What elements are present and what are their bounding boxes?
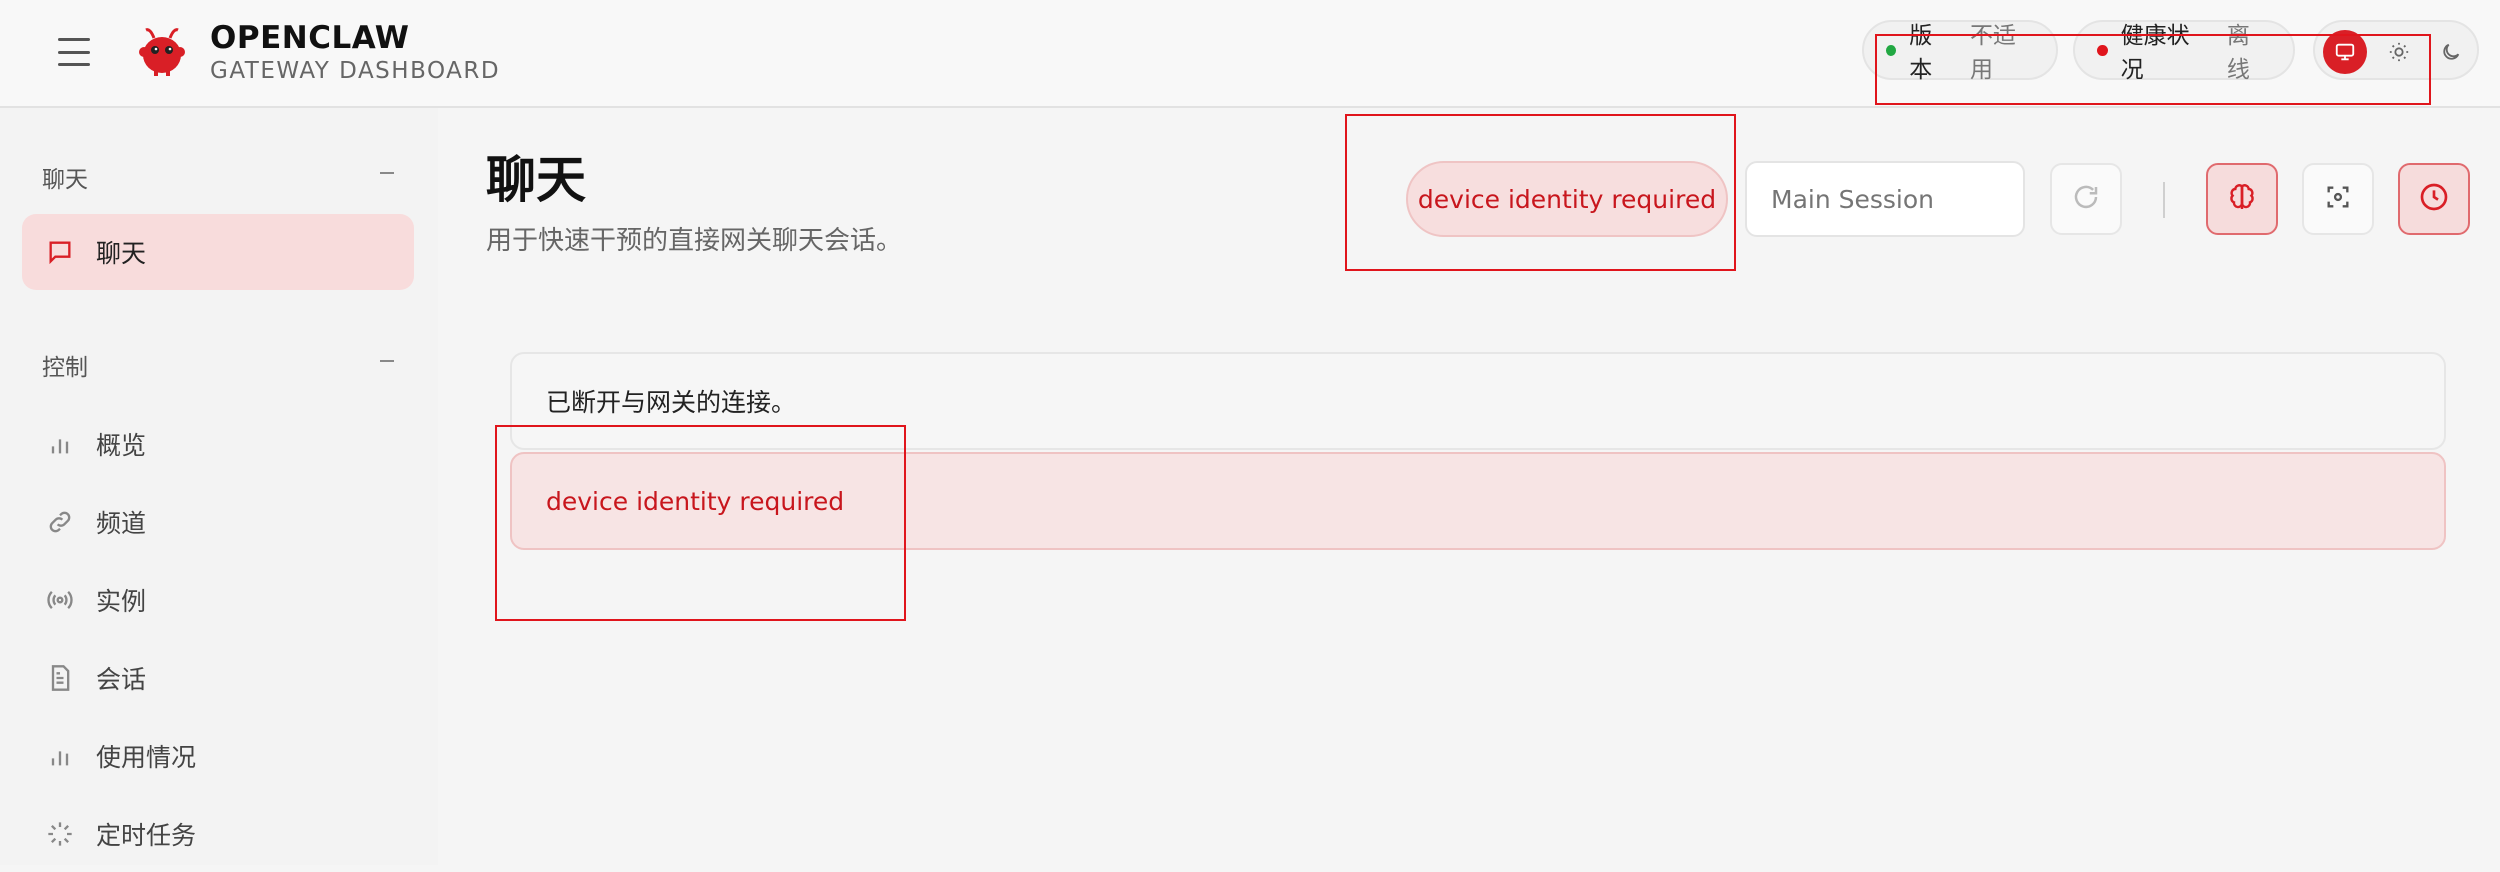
collapse-icon[interactable] xyxy=(380,172,394,174)
version-status: 版本 不适用 xyxy=(1862,20,2058,83)
refresh-button[interactable] xyxy=(2050,163,2122,235)
page-title: 聊天 xyxy=(486,151,586,209)
version-status-dot xyxy=(1886,44,1897,56)
collapse-icon[interactable] xyxy=(380,360,394,362)
sidebar-item-label: 概览 xyxy=(96,431,147,460)
logo-icon xyxy=(139,28,185,76)
message-text: device identity required xyxy=(546,486,845,516)
health-label: 健康状况 xyxy=(2120,23,2190,83)
theme-switcher xyxy=(2313,20,2479,80)
radio-icon xyxy=(44,584,76,616)
refresh-icon xyxy=(2071,182,2101,216)
sidebar-item-label: 会话 xyxy=(96,665,147,694)
clock-icon xyxy=(2418,181,2450,217)
sidebar-item-instances[interactable]: 实例 xyxy=(22,562,414,638)
sidebar-item-label: 实例 xyxy=(96,587,147,616)
sidebar-item-channels[interactable]: 频道 xyxy=(22,484,414,560)
section-title: 控制 xyxy=(42,355,88,381)
toolbar-divider xyxy=(2163,182,2165,218)
chat-icon xyxy=(44,236,76,268)
focus-icon xyxy=(2324,183,2352,215)
sidebar-item-cron[interactable]: 定时任务 xyxy=(22,796,414,872)
sun-icon[interactable] xyxy=(2377,30,2421,74)
health-value: 离线 xyxy=(2226,23,2250,83)
monitor-icon[interactable] xyxy=(2323,30,2367,74)
health-status: 健康状况 离线 xyxy=(2073,20,2295,83)
sidebar-item-label: 定时任务 xyxy=(96,821,197,850)
sidebar-section-chat[interactable]: 聊天 xyxy=(42,160,394,194)
top-bar: OPENCLAW GATEWAY DASHBOARD 版本 不适用 健康状况 离… xyxy=(0,0,2500,108)
sidebar-section-control[interactable]: 控制 xyxy=(42,348,394,382)
history-button[interactable] xyxy=(2398,163,2470,235)
sidebar-item-overview[interactable]: 概览 xyxy=(22,406,414,482)
sidebar-item-chat[interactable]: 聊天 xyxy=(22,214,414,290)
thinking-toggle-button[interactable] xyxy=(2206,163,2278,235)
brand-subtitle: GATEWAY DASHBOARD xyxy=(210,58,501,84)
menu-icon[interactable] xyxy=(58,38,90,66)
connection-error-badge: device identity required xyxy=(1406,161,1728,237)
sidebar-item-label: 聊天 xyxy=(96,239,147,268)
sidebar-item-label: 频道 xyxy=(96,509,147,538)
section-title: 聊天 xyxy=(42,167,88,193)
brand-title: OPENCLAW xyxy=(210,20,410,56)
version-value: 不适用 xyxy=(1969,23,2016,83)
sidebar-item-sessions[interactable]: 会话 xyxy=(22,640,414,716)
sidebar-item-usage[interactable]: 使用情况 xyxy=(22,718,414,794)
sidebar: 聊天 聊天 控制 概览 频道 实例 会话 使用情况 定时任务 xyxy=(0,108,438,865)
sidebar-item-label: 使用情况 xyxy=(96,743,197,772)
version-label: 版本 xyxy=(1909,23,1933,83)
page-subtitle: 用于快速干预的直接网关聊天会话。 xyxy=(486,226,903,256)
loader-icon xyxy=(44,818,76,850)
focus-mode-button[interactable] xyxy=(2302,163,2374,235)
document-icon xyxy=(44,662,76,694)
health-status-dot xyxy=(2097,44,2108,56)
brain-icon xyxy=(2226,181,2258,217)
session-input[interactable] xyxy=(1745,161,2025,237)
bar-chart-icon xyxy=(44,740,76,772)
link-icon xyxy=(44,506,76,538)
bar-chart-icon xyxy=(44,428,76,460)
chat-message: 已断开与网关的连接。 xyxy=(510,352,2446,450)
chat-error-message: device identity required xyxy=(510,452,2446,550)
moon-icon[interactable] xyxy=(2429,30,2473,74)
message-text: 已断开与网关的连接。 xyxy=(546,388,797,417)
